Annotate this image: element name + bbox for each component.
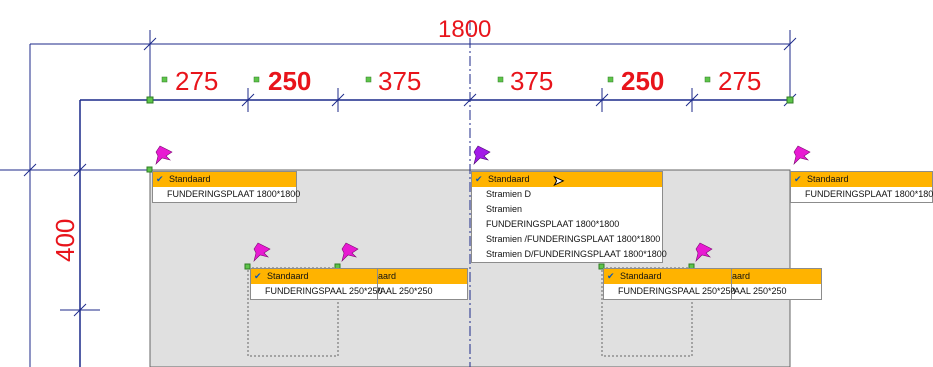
menu-item[interactable]: FUNDERINGSPAAL 250*250 (604, 284, 736, 299)
dropdown-left-plate[interactable]: ✔ Standaard FUNDERINGSPLAAT 1800*1800 (152, 171, 300, 203)
menu-item-standaard[interactable]: ✔ Standaard (472, 172, 662, 187)
menu-item[interactable]: Stramien /FUNDERINGSPLAAT 1800*1800 (472, 232, 662, 247)
dropdown-center-plate[interactable]: ✔ Standaard Stramien D Stramien FUNDERING… (471, 171, 667, 263)
menu-item[interactable]: Stramien D (472, 187, 662, 202)
dropdown-pile-3[interactable]: ✔ Standaard FUNDERINGSPAAL 250*250 (603, 268, 736, 300)
menu-item[interactable]: Stramien (472, 202, 662, 217)
dimension-segment-2[interactable]: 250 (268, 68, 311, 94)
dimension-segment-1[interactable]: 275 (175, 68, 218, 94)
dropdown-pile-1[interactable]: ✔ Standaard FUNDERINGSPAAL 250*250 (250, 268, 383, 300)
checkmark-icon: ✔ (794, 174, 802, 184)
dimension-segment-5[interactable]: 250 (621, 68, 664, 94)
checkmark-icon: ✔ (156, 174, 164, 184)
pushpin-icon[interactable] (793, 145, 811, 165)
dimension-segment-6[interactable]: 275 (718, 68, 761, 94)
menu-item[interactable]: Stramien D/FUNDERINGSPLAAT 1800*1800 (472, 247, 667, 262)
grip-point[interactable] (786, 96, 794, 104)
dimension-segment-3[interactable]: 375 (378, 68, 421, 94)
dimension-segment-4[interactable]: 375 (510, 68, 553, 94)
dropdown-right-plate[interactable]: ✔ Standaard FUNDERINGSPLAAT 1800*1800 (790, 171, 933, 203)
checkmark-icon: ✔ (254, 271, 262, 281)
pushpin-icon[interactable] (473, 145, 491, 165)
checkmark-icon: ✔ (475, 174, 483, 184)
menu-item-standaard[interactable]: ✔ Standaard (251, 269, 377, 284)
menu-item-standaard[interactable]: ✔ Standaard (604, 269, 731, 284)
menu-item[interactable]: FUNDERINGSPAAL 250*250 (251, 284, 383, 299)
dimension-height[interactable]: 400 (50, 219, 80, 262)
grip-point[interactable] (146, 96, 154, 104)
menu-item-standaard[interactable]: ✔ Standaard (791, 172, 932, 187)
menu-item[interactable]: FUNDERINGSPLAAT 1800*1800 (153, 187, 300, 202)
pushpin-icon[interactable] (155, 145, 173, 165)
menu-item[interactable]: FUNDERINGSPLAAT 1800*1800 (472, 217, 662, 232)
dimension-total[interactable]: 1800 (438, 18, 491, 42)
menu-item-standaard[interactable]: ✔ Standaard (153, 172, 296, 187)
checkmark-icon: ✔ (607, 271, 615, 281)
menu-item[interactable]: FUNDERINGSPLAAT 1800*1800 (791, 187, 933, 202)
mouse-pointer-icon: ➤ (553, 174, 565, 190)
